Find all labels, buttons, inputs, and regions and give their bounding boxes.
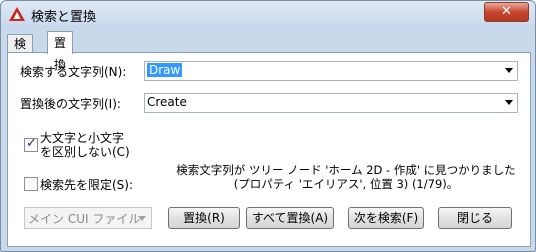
autocad-logo-icon xyxy=(9,7,25,21)
chevron-down-icon xyxy=(138,216,146,221)
replace-combobox[interactable]: Create xyxy=(144,93,518,113)
replace-button[interactable]: 置換(R) xyxy=(168,207,240,229)
close-button[interactable]: 閉じる xyxy=(438,207,512,229)
status-message: 検索文字列が ツリー ノード 'ホーム 2D - 作成' に見つかりました(プロ… xyxy=(176,163,516,191)
tab-find[interactable]: 検索 xyxy=(7,34,34,69)
find-replace-dialog: 検索と置換 ✕ 検索 置換 検索する文字列(N): Draw 置換後の文字列(I… xyxy=(0,0,536,252)
replace-panel: 検索する文字列(N): Draw 置換後の文字列(I): Create ✓ 大文… xyxy=(7,52,531,247)
match-case-label: 大文字と小文字 を区別しない(C) xyxy=(40,131,130,159)
replace-label: 置換後の文字列(I): xyxy=(20,97,121,111)
window-title: 検索と置換 xyxy=(31,10,97,25)
find-label: 検索する文字列(N): xyxy=(20,65,127,79)
find-combobox[interactable]: Draw xyxy=(144,61,518,81)
tab-replace[interactable]: 置換 xyxy=(47,31,74,72)
find-value: Draw xyxy=(147,63,183,77)
close-icon: ✕ xyxy=(501,4,512,19)
match-case-checkbox[interactable]: ✓ xyxy=(24,136,38,152)
restrict-label: 検索先を限定(S): xyxy=(40,178,134,192)
chevron-down-icon[interactable] xyxy=(505,100,513,105)
match-case-label-line1: 大文字と小文字 xyxy=(40,131,125,145)
match-case-label-line2: を区別しない(C) xyxy=(40,145,130,159)
find-next-button[interactable]: 次を検索(F) xyxy=(348,207,424,229)
close-window-button[interactable]: ✕ xyxy=(484,2,529,22)
replace-value: Create xyxy=(147,95,187,109)
restrict-checkbox[interactable] xyxy=(24,177,38,191)
scope-combobox: メイン CUI ファイル xyxy=(24,207,152,229)
scope-value: メイン CUI ファイル xyxy=(28,212,141,226)
title-bar: 検索と置換 ✕ xyxy=(1,1,535,27)
replace-all-button[interactable]: すべて置換(A) xyxy=(246,207,334,229)
checkmark-icon: ✓ xyxy=(26,136,37,151)
chevron-down-icon[interactable] xyxy=(505,68,513,73)
